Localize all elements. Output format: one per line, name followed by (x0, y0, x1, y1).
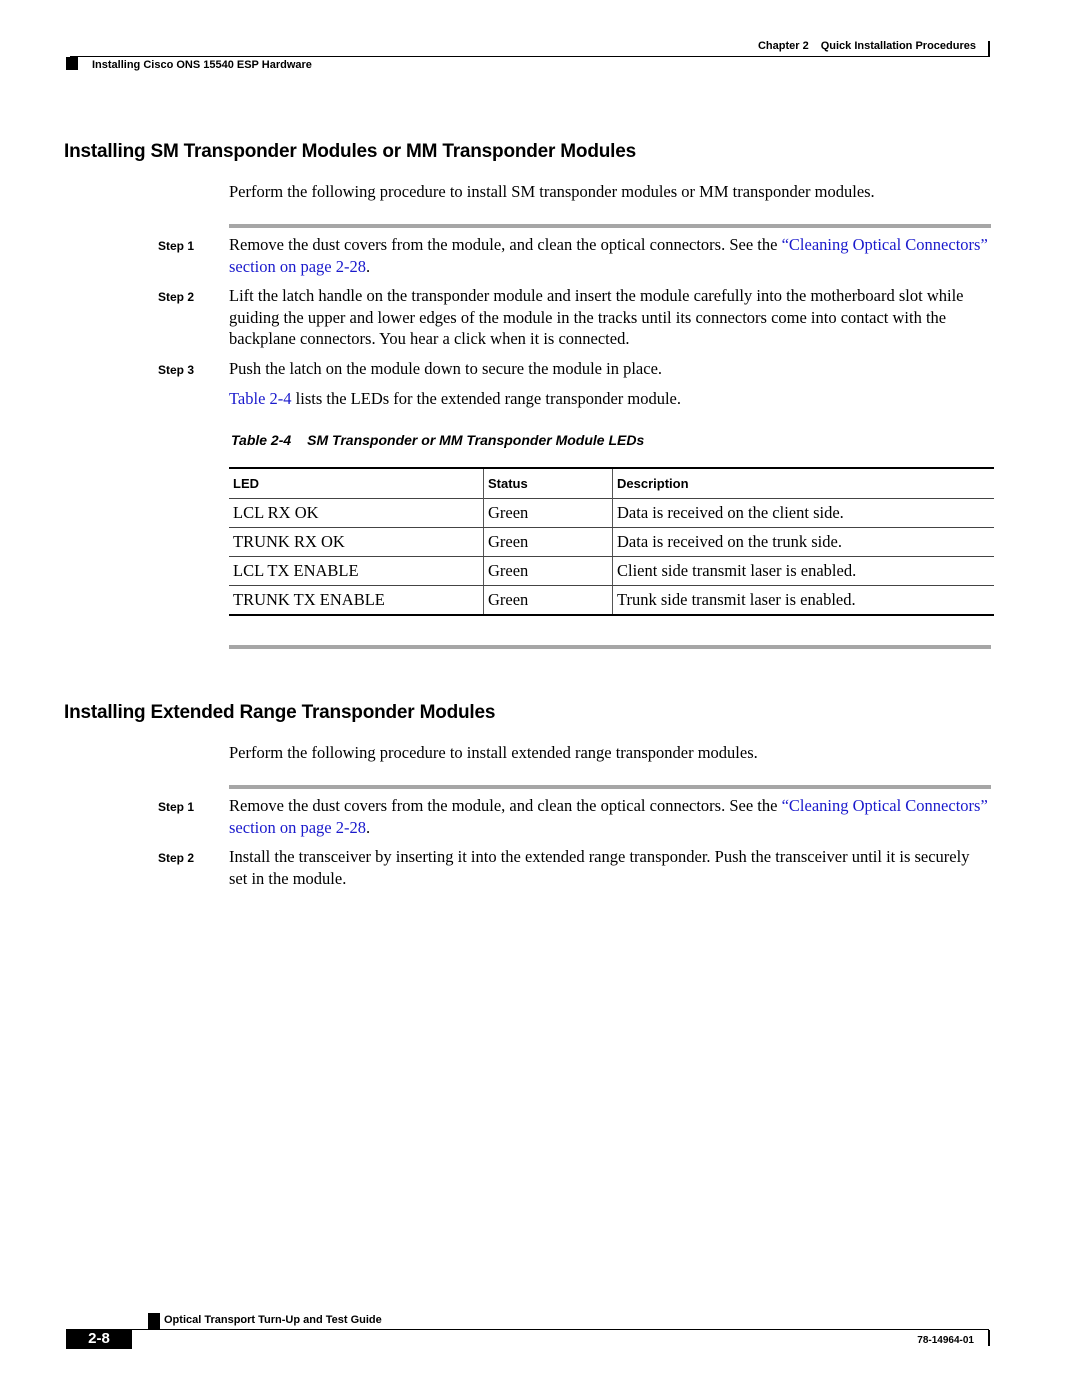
section2-procedure-separator (229, 785, 991, 789)
step-text-after: . (366, 817, 371, 837)
section1-intro: Perform the following procedure to insta… (229, 182, 875, 201)
step-text: Remove the dust covers from the module, … (229, 234, 991, 277)
footer-doc-number: 78-14964-01 (917, 1335, 974, 1346)
step-label: Step 1 (158, 239, 195, 253)
column-header-status: Status (483, 468, 613, 499)
step-text-after: . (366, 256, 371, 276)
cell-led: TRUNK RX OK (229, 527, 484, 557)
table-row: TRUNK TX ENABLE Green Trunk side transmi… (229, 585, 994, 616)
section1-procedure-separator (229, 224, 991, 228)
cell-status: Green (483, 556, 613, 586)
footer-rule (132, 1329, 989, 1330)
table-reference-text: Table 2-4 lists the LEDs for the extende… (229, 388, 991, 410)
cell-description: Data is received on the trunk side. (612, 527, 994, 557)
chapter-label: Chapter 2 (757, 40, 809, 52)
footer-guide-title: Optical Transport Turn-Up and Test Guide (164, 1314, 382, 1326)
table-number: Table 2-4 (231, 432, 292, 448)
section1-heading: Installing SM Transponder Modules or MM … (64, 141, 636, 162)
cell-status: Green (483, 585, 613, 616)
section2-heading: Installing Extended Range Transponder Mo… (64, 702, 496, 723)
table-reference-rest: lists the LEDs for the extended range tr… (291, 389, 682, 408)
header-block-marker (66, 57, 78, 70)
table-title: SM Transponder or MM Transponder Module … (307, 432, 645, 448)
step-label: Step 2 (158, 851, 195, 865)
step-text-before: Remove the dust covers from the module, … (229, 235, 782, 254)
step-label: Step 3 (158, 363, 195, 377)
cell-led: LCL RX OK (229, 498, 484, 528)
header-section-title: Installing Cisco ONS 15540 ESP Hardware (92, 59, 312, 71)
step-text-before: Remove the dust covers from the module, … (229, 796, 782, 815)
footer-block-marker (148, 1313, 160, 1329)
header-rule (70, 56, 989, 57)
table-row: LCL RX OK Green Data is received on the … (229, 498, 994, 528)
cell-description: Client side transmit laser is enabled. (612, 556, 994, 586)
cell-led: TRUNK TX ENABLE (229, 585, 484, 616)
cell-led: LCL TX ENABLE (229, 556, 484, 586)
table-row: TRUNK RX OK Green Data is received on th… (229, 527, 994, 557)
column-header-led: LED (233, 476, 259, 491)
column-header-description: Description (612, 468, 994, 499)
footer-page-number: 2-8 (66, 1329, 132, 1349)
table-2-4-link[interactable]: Table 2-4 (229, 389, 292, 408)
cell-description: Trunk side transmit laser is enabled. (612, 585, 994, 616)
header-tick-mark (988, 41, 990, 57)
header-chapter: Chapter 2 Quick Installation Procedures (758, 40, 976, 52)
section2-intro: Perform the following procedure to insta… (229, 743, 758, 762)
step-label: Step 2 (158, 290, 195, 304)
cell-status: Green (483, 527, 613, 557)
footer-tick-mark (988, 1330, 990, 1346)
table-caption: Table 2-4 SM Transponder or MM Transponde… (231, 432, 644, 448)
table-header-row: LED Status Description (229, 468, 994, 499)
section1-end-separator (229, 645, 991, 649)
cell-status: Green (483, 498, 613, 528)
led-table: LED Status Description LCL RX OK Green D… (229, 467, 994, 616)
step-text: Install the transceiver by inserting it … (229, 847, 970, 888)
chapter-title: Quick Installation Procedures (820, 40, 976, 52)
step-text: Lift the latch handle on the transponder… (229, 286, 964, 348)
step-text: Push the latch on the module down to sec… (229, 359, 663, 378)
step-text: Remove the dust covers from the module, … (229, 795, 991, 838)
table-row: LCL TX ENABLE Green Client side transmit… (229, 556, 994, 586)
cell-description: Data is received on the client side. (612, 498, 994, 528)
step-label: Step 1 (158, 800, 195, 814)
